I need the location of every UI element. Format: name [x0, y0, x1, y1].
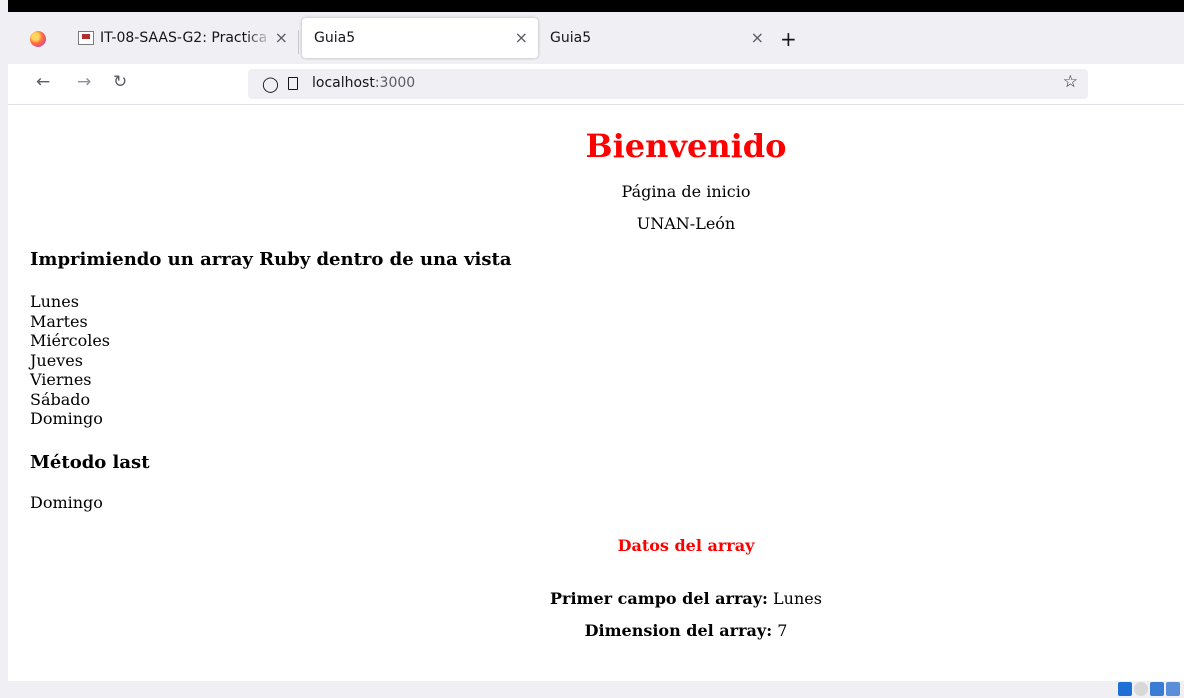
- list-item: Miércoles: [30, 331, 111, 350]
- system-tray: [1118, 682, 1180, 696]
- list-item: Lunes: [30, 292, 79, 311]
- first-field-label: Primer campo del array:: [550, 589, 768, 608]
- close-tab-icon[interactable]: ×: [275, 28, 288, 47]
- list-item: Jueves: [30, 350, 83, 370]
- tab-guia5-active[interactable]: Guia5 ×: [302, 18, 538, 58]
- bookmark-star-icon[interactable]: ☆: [1063, 72, 1078, 92]
- firefox-logo-icon[interactable]: [30, 31, 46, 47]
- list-item: Viernes: [30, 370, 92, 389]
- reload-icon[interactable]: ↻: [113, 72, 127, 92]
- list-item: Sábado: [30, 389, 91, 409]
- dimension-row: Dimension del array: 7: [8, 621, 1184, 640]
- new-tab-button[interactable]: +: [780, 27, 797, 51]
- window-edge: [0, 0, 8, 698]
- institution-name: UNAN-León: [636, 214, 736, 233]
- url-text[interactable]: localhost:3000: [312, 75, 415, 91]
- page-info-icon[interactable]: [288, 77, 298, 90]
- first-field-row: Primer campo del array: Lunes: [8, 589, 1184, 608]
- tab-bar: IT-08-SAAS-G2: Practica 5 × Guia5 × Guia…: [8, 12, 1184, 64]
- close-tab-icon[interactable]: ×: [515, 28, 528, 47]
- tab-guia5[interactable]: Guia5 ×: [538, 18, 774, 58]
- window-top-border: [8, 0, 1184, 12]
- back-arrow-icon[interactable]: ←: [36, 72, 50, 92]
- display-icon[interactable]: [1166, 682, 1180, 696]
- array-section-title: Imprimiendo un array Ruby dentro de una …: [30, 249, 512, 270]
- navigation-toolbar: ← → ↻ ◯ localhost:3000 ☆: [8, 64, 1184, 105]
- tab-title: Guia5: [314, 30, 356, 46]
- optical-drive-icon[interactable]: [1134, 682, 1148, 696]
- days-list: Lunes Martes Miércoles Jueves Viernes Sá…: [30, 292, 110, 429]
- tab-title: Guia5: [550, 30, 592, 46]
- tracking-shield-icon[interactable]: ◯: [262, 75, 279, 93]
- dimension-value: 7: [777, 621, 788, 640]
- url-host: localhost: [312, 75, 375, 91]
- host-status-bar: [0, 681, 1184, 698]
- network-icon[interactable]: [1118, 682, 1132, 696]
- url-port: :3000: [374, 75, 416, 91]
- page-subtitle: Página de inicio: [621, 182, 751, 201]
- moodle-favicon-icon: [78, 31, 94, 45]
- first-field-value: Lunes: [773, 589, 822, 608]
- page-heading: Bienvenido: [585, 127, 787, 165]
- tab-separator: [298, 30, 299, 54]
- tab-title: IT-08-SAAS-G2: Practica 5: [100, 30, 272, 46]
- close-tab-icon[interactable]: ×: [751, 28, 764, 47]
- tab-practica[interactable]: IT-08-SAAS-G2: Practica 5 ×: [66, 18, 298, 58]
- last-value: Domingo: [30, 493, 103, 512]
- array-data-title: Datos del array: [617, 536, 755, 555]
- forward-arrow-icon[interactable]: →: [77, 72, 91, 92]
- address-bar[interactable]: ◯ localhost:3000 ☆: [248, 69, 1088, 99]
- list-item: Domingo: [30, 409, 103, 428]
- list-item: Martes: [30, 311, 88, 331]
- page-content: Bienvenido Página de inicio UNAN-León Im…: [8, 105, 1184, 681]
- dimension-label: Dimension del array:: [584, 621, 773, 640]
- usb-icon[interactable]: [1150, 682, 1164, 696]
- last-method-title: Método last: [30, 452, 150, 473]
